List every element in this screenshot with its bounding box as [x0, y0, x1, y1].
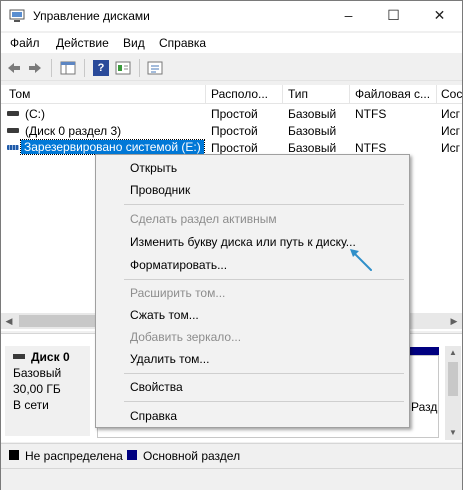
menu-item-add-mirror[interactable]: Добавить зеркало... — [130, 330, 241, 344]
volume-status: Исг — [441, 124, 461, 138]
column-header-volume[interactable]: Том — [9, 87, 204, 101]
column-divider — [349, 85, 350, 103]
menu-item-format[interactable]: Форматировать... — [130, 258, 227, 272]
menu-item-change-drive-letter[interactable]: Изменить букву диска или путь к диску... — [130, 235, 356, 249]
column-header-filesystem[interactable]: Файловая с... — [355, 87, 435, 101]
scrollbar-thumb[interactable] — [448, 362, 458, 396]
menu-bar: Файл Действие Вид Справка — [1, 33, 462, 53]
forward-arrow-icon[interactable] — [27, 60, 43, 76]
disk-management-app-icon — [9, 9, 25, 22]
annotation-arrow-icon — [350, 249, 372, 271]
title-bar: Управление дисками – ☐ ✕ — [1, 1, 462, 31]
drive-icon — [7, 145, 19, 150]
menu-view[interactable]: Вид — [123, 36, 145, 50]
help-icon[interactable]: ? — [93, 60, 109, 76]
menu-item-help[interactable]: Справка — [130, 409, 177, 423]
vertical-scrollbar[interactable]: ▲ ▼ — [445, 346, 461, 440]
menu-separator — [124, 373, 404, 374]
toolbar-separator — [84, 59, 85, 77]
table-row[interactable]: (Диск 0 раздел 3) Простой Базовый Исг — [1, 123, 462, 139]
legend-unallocated: Не распределена — [25, 449, 123, 463]
list-view-icon[interactable] — [147, 60, 163, 76]
disk-kind: Базовый — [13, 366, 62, 380]
volume-name: (Диск 0 раздел 3) — [25, 124, 122, 138]
window-title: Управление дисками — [33, 9, 150, 23]
volume-status: Исг — [441, 141, 461, 155]
legend: Не распределена Основной раздел — [1, 443, 462, 468]
column-header-layout[interactable]: Располо... — [211, 87, 281, 101]
column-divider — [436, 85, 437, 103]
menu-action[interactable]: Действие — [56, 36, 109, 50]
close-button[interactable]: ✕ — [417, 1, 462, 31]
menu-item-properties[interactable]: Свойства — [130, 380, 183, 394]
column-header-type[interactable]: Тип — [288, 87, 348, 101]
console-tree-icon[interactable] — [60, 60, 76, 76]
volume-status: Исг — [441, 107, 461, 121]
minimize-button[interactable]: – — [326, 1, 371, 31]
volume-type: Базовый — [288, 141, 337, 155]
scroll-left-icon[interactable]: ◀ — [1, 313, 17, 329]
volume-filesystem: NTFS — [355, 141, 387, 155]
menu-file[interactable]: Файл — [10, 36, 40, 50]
volume-type: Базовый — [288, 124, 337, 138]
drive-icon — [7, 128, 19, 133]
volume-type: Базовый — [288, 107, 337, 121]
disk-size: 30,00 ГБ — [13, 382, 61, 396]
volume-layout: Простой — [211, 107, 258, 121]
volume-layout: Простой — [211, 141, 258, 155]
disk-info-panel[interactable]: Диск 0 Базовый 30,00 ГБ В сети — [5, 346, 90, 436]
volume-layout: Простой — [211, 124, 258, 138]
properties-icon[interactable] — [115, 60, 131, 76]
table-header: Том Располо... Тип Файловая с... Сос — [1, 85, 462, 104]
primary-partition-swatch — [127, 450, 137, 460]
scroll-right-icon[interactable]: ▶ — [446, 313, 462, 329]
drive-icon — [7, 111, 19, 116]
table-row[interactable]: (C:) Простой Базовый NTFS Исг — [1, 106, 462, 122]
volume-name: (C:) — [25, 107, 45, 121]
menu-help[interactable]: Справка — [159, 36, 206, 50]
column-divider — [282, 85, 283, 103]
menu-separator — [124, 401, 404, 402]
disk-icon — [13, 354, 25, 359]
menu-item-shrink-volume[interactable]: Сжать том... — [130, 308, 199, 322]
scroll-up-icon[interactable]: ▲ — [445, 346, 461, 360]
volume-name: Зарезервировано системой (E:) — [20, 139, 205, 155]
maximize-button[interactable]: ☐ — [371, 1, 416, 31]
menu-item-mark-active[interactable]: Сделать раздел активным — [130, 212, 277, 226]
legend-primary: Основной раздел — [143, 449, 241, 463]
toolbar: ? — [1, 56, 462, 81]
menu-item-explorer[interactable]: Проводник — [130, 183, 190, 197]
toolbar-separator — [139, 59, 140, 77]
column-header-status[interactable]: Сос — [441, 87, 462, 101]
status-bar — [1, 468, 462, 490]
column-divider — [205, 85, 206, 103]
menu-separator — [124, 279, 404, 280]
volume-filesystem: NTFS — [355, 107, 387, 121]
toolbar-separator — [51, 59, 52, 77]
menu-item-open[interactable]: Открыть — [130, 161, 177, 175]
disk-state: В сети — [13, 398, 49, 412]
back-arrow-icon[interactable] — [6, 60, 22, 76]
unallocated-swatch — [9, 450, 19, 460]
disk-name: Диск 0 — [31, 350, 70, 364]
menu-item-extend-volume[interactable]: Расширить том... — [130, 286, 225, 300]
context-menu: Открыть Проводник Сделать раздел активны… — [95, 154, 410, 428]
scroll-down-icon[interactable]: ▼ — [445, 426, 461, 440]
menu-item-delete-volume[interactable]: Удалить том... — [130, 352, 209, 366]
menu-separator — [124, 204, 404, 205]
partition-label: Разд — [411, 400, 438, 414]
